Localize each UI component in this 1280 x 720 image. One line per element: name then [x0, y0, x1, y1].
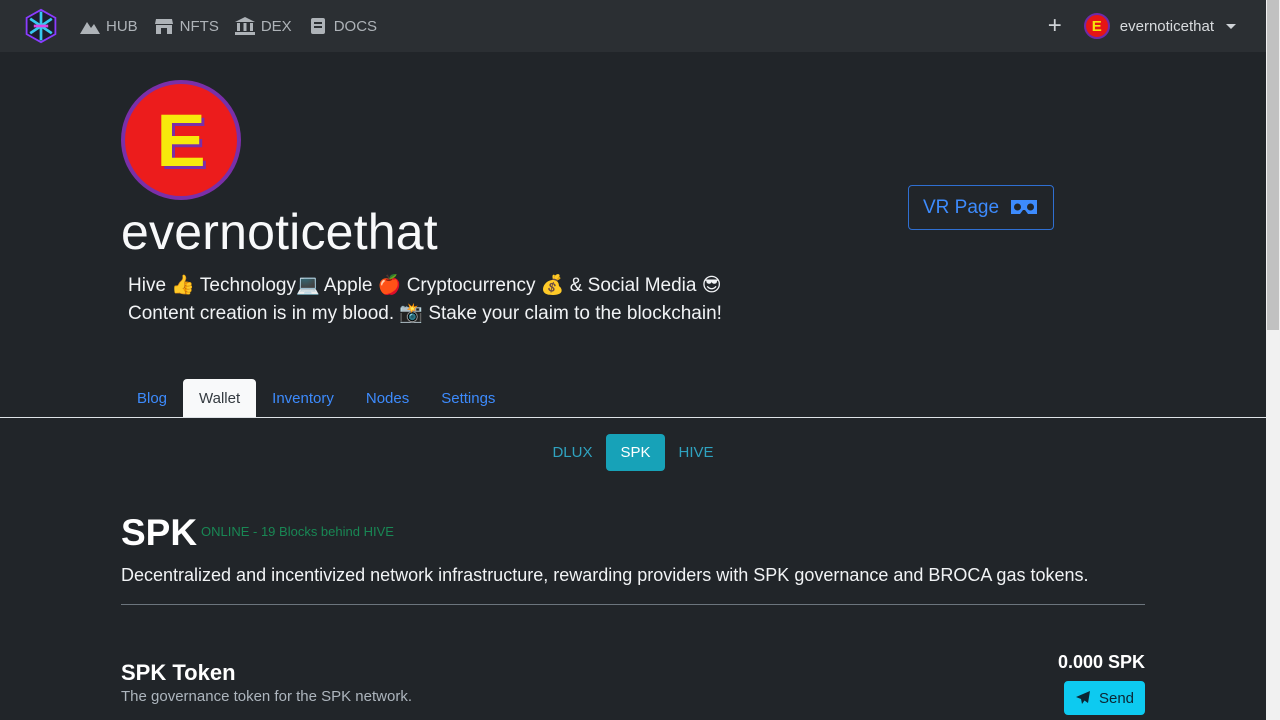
section-divider — [121, 604, 1145, 605]
tab-inventory[interactable]: Inventory — [256, 379, 350, 418]
nav-hub-label: HUB — [106, 17, 138, 35]
nav-links: HUB NFTS DEX DOCS — [80, 0, 377, 52]
nav-hub[interactable]: HUB — [80, 17, 138, 35]
scrollbar-thumb[interactable] — [1267, 0, 1279, 330]
nav-right: + E evernoticethat — [1048, 0, 1236, 52]
wallet-pills: DLUX SPK HIVE — [0, 434, 1266, 471]
send-label: Send — [1098, 689, 1135, 707]
section-title: SPK — [121, 512, 198, 553]
token-title: SPK Token — [121, 660, 236, 685]
profile-avatar: E — [121, 80, 241, 200]
tabs-divider — [0, 417, 1266, 418]
pill-spk[interactable]: SPK — [606, 434, 665, 471]
profile-avatar-letter: E — [156, 98, 206, 182]
dlux-logo-icon[interactable] — [22, 8, 60, 44]
nav-docs-label: DOCS — [333, 17, 378, 35]
nav-nfts-label: NFTS — [179, 17, 219, 35]
paper-plane-icon — [1075, 691, 1090, 704]
store-icon — [154, 19, 173, 34]
section-description: Decentralized and incentivized network i… — [121, 565, 1089, 585]
profile-tabs: Blog Wallet Inventory Nodes Settings — [121, 379, 511, 418]
tab-nodes[interactable]: Nodes — [350, 379, 425, 418]
token-subtitle: The governance token for the SPK network… — [121, 688, 412, 705]
navbar: HUB NFTS DEX DOCS + E evernoticethat — [0, 0, 1266, 52]
tab-blog[interactable]: Blog — [121, 379, 183, 418]
token-balance: 0.000 SPK — [1057, 652, 1145, 672]
nav-dex-label: DEX — [260, 17, 292, 35]
vr-page-button[interactable]: VR Page — [908, 185, 1054, 230]
pill-dlux[interactable]: DLUX — [538, 434, 606, 471]
send-button[interactable]: Send — [1064, 681, 1145, 715]
nav-docs[interactable]: DOCS — [308, 17, 377, 35]
nav-dex[interactable]: DEX — [234, 17, 292, 35]
user-avatar[interactable]: E — [1083, 13, 1110, 39]
pill-hive[interactable]: HIVE — [665, 434, 728, 471]
book-icon — [310, 18, 325, 34]
vr-page-label: VR Page — [922, 196, 1000, 218]
profile-bio: Hive 👍 Technology💻 Apple 🍎 Cryptocurrenc… — [128, 275, 722, 324]
chevron-down-icon[interactable] — [1226, 23, 1236, 29]
tab-wallet[interactable]: Wallet — [183, 379, 257, 418]
mountain-icon — [80, 22, 100, 34]
user-avatar-letter: E — [1091, 17, 1102, 35]
bank-icon — [234, 17, 255, 35]
add-button[interactable]: + — [1048, 12, 1062, 40]
scrollbar[interactable] — [1266, 0, 1280, 720]
profile-name: evernoticethat — [121, 204, 438, 260]
tab-settings[interactable]: Settings — [425, 379, 511, 418]
vr-headset-icon — [1011, 199, 1038, 214]
user-menu[interactable]: evernoticethat — [1120, 18, 1214, 35]
nav-nfts[interactable]: NFTS — [154, 17, 219, 35]
network-status: ONLINE - 19 Blocks behind HIVE — [201, 524, 394, 539]
